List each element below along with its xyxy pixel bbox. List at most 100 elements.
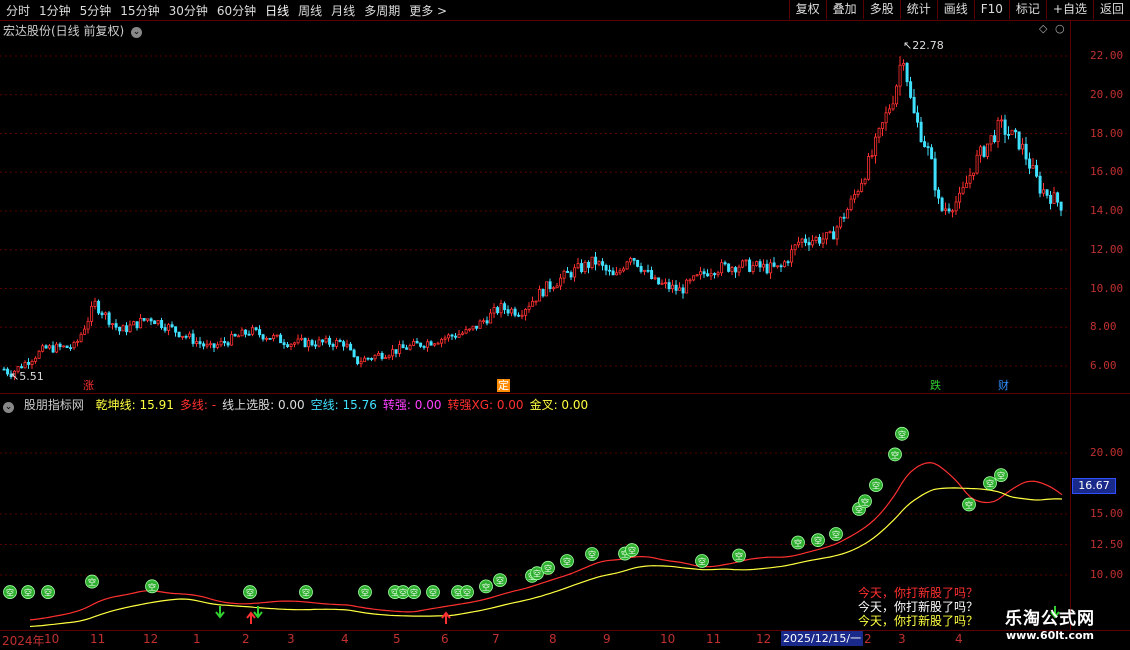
candle-body — [468, 328, 472, 331]
event-marker[interactable]: 财 — [997, 379, 1010, 392]
candle-body — [737, 266, 741, 273]
candle-body — [111, 323, 115, 325]
candle-body — [366, 357, 370, 360]
candle-body — [506, 309, 510, 314]
candle-body — [37, 350, 41, 359]
date-label: 2 — [864, 632, 872, 646]
kong-marker-text: 空 — [482, 582, 490, 592]
candle-body — [104, 312, 108, 316]
high-price-label: ↖22.78 — [903, 39, 944, 52]
candle-body — [615, 272, 619, 276]
indicator-field-1: 多线: - — [179, 398, 217, 412]
candle-body — [797, 241, 801, 246]
candle-body — [62, 345, 66, 348]
candle-body — [135, 321, 139, 329]
candle-body — [153, 320, 157, 325]
candle-body — [275, 334, 279, 337]
candle-body — [744, 259, 748, 262]
candle-body — [307, 340, 311, 348]
date-label: 9 — [603, 632, 611, 646]
candle-body — [41, 345, 45, 352]
candle-body — [310, 340, 314, 346]
candle-body — [391, 349, 395, 357]
watermark-url: www.60lt.com — [1005, 629, 1095, 642]
candle-body — [821, 238, 825, 244]
candle-body — [972, 172, 976, 176]
candle-body — [20, 366, 24, 369]
candle-body — [650, 270, 654, 280]
candle-body — [541, 288, 545, 297]
candle-body — [951, 210, 955, 213]
candle-body — [986, 143, 990, 157]
toolbar-button-8[interactable]: 返回 — [1092, 0, 1130, 19]
candle-body — [776, 265, 780, 268]
chevron-down-icon[interactable]: ⌄ — [3, 402, 14, 413]
candle-body — [636, 259, 640, 267]
candle-body — [142, 318, 146, 321]
candle-body — [177, 331, 181, 338]
candle-body — [146, 318, 150, 321]
date-label: 2025/12/15/一 — [781, 631, 864, 646]
candle-body — [898, 64, 902, 87]
candle-body — [923, 141, 927, 148]
kong-marker-text: 空 — [496, 576, 504, 586]
candle-body — [657, 277, 661, 285]
candle-body — [611, 270, 615, 276]
candle-body — [349, 343, 353, 351]
kong-marker-text: 空 — [628, 546, 636, 556]
kong-marker-text: 空 — [563, 556, 571, 566]
kong-marker-text: 空 — [588, 549, 596, 559]
kong-marker-text: 空 — [891, 450, 899, 460]
candle-body — [751, 265, 755, 272]
candle-body — [282, 342, 286, 346]
price-tick-label: 12.00 — [1090, 242, 1124, 256]
candle-body — [272, 335, 276, 340]
candle-body — [233, 333, 237, 337]
watermark: 乐淘公式网 www.60lt.com — [985, 604, 1115, 642]
indicator-tick-label: 20.00 — [1090, 446, 1124, 459]
candle-body — [373, 354, 377, 360]
candle-body — [909, 81, 913, 98]
candle-body — [440, 338, 444, 344]
candle-body — [230, 333, 234, 346]
candle-body — [226, 342, 230, 346]
candle-body — [198, 341, 202, 345]
candle-body — [76, 340, 80, 343]
event-marker[interactable]: 定 — [497, 379, 510, 392]
candle-body — [174, 326, 178, 333]
candle-body — [905, 63, 909, 83]
indicator-fields: 乾坤线: 15.91 多线: - 线上选股: 0.00 空线: 15.76 转强: 0.… — [96, 398, 594, 412]
event-marker[interactable]: 涨 — [82, 379, 95, 392]
candle-body — [398, 344, 402, 354]
candle-body — [982, 146, 986, 157]
candle-body — [758, 261, 762, 268]
date-label: 11 — [90, 632, 106, 646]
candle-body — [429, 341, 433, 346]
candle-body — [370, 358, 374, 360]
indicator-field-2: 线上选股: 0.00 — [222, 398, 305, 412]
candle-body — [23, 362, 27, 369]
candle-body — [835, 226, 839, 240]
candle-body — [860, 182, 864, 192]
candle-body — [286, 344, 290, 347]
candle-body — [748, 259, 752, 272]
kong-marker-text: 空 — [986, 479, 994, 489]
candle-body — [608, 269, 612, 272]
candle-body — [205, 343, 209, 347]
candle-body — [681, 287, 685, 294]
candle-body — [846, 209, 850, 219]
kong-marker-text: 空 — [24, 588, 32, 598]
candle-body — [188, 333, 192, 338]
candle-body — [181, 335, 185, 338]
kong-marker-text: 空 — [361, 588, 369, 598]
event-marker[interactable]: 跌 — [929, 379, 942, 392]
candle-body — [699, 271, 703, 276]
candle-body — [730, 267, 734, 272]
candle-body — [702, 271, 706, 275]
candle-body — [331, 343, 335, 347]
candle-body — [643, 269, 647, 272]
kong-marker-text: 空 — [698, 556, 706, 566]
candle-body — [107, 312, 111, 325]
candle-body — [1031, 165, 1035, 169]
kong-marker-text: 空 — [997, 471, 1005, 481]
